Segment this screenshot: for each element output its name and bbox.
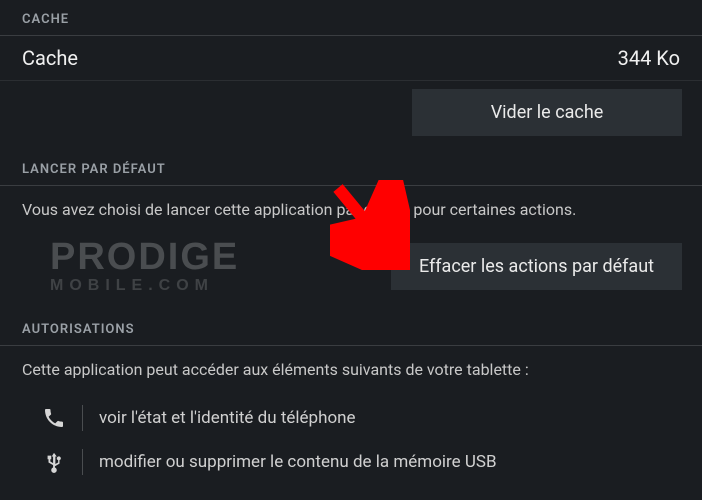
- section-header-launch-default: LANCER PAR DÉFAUT: [0, 150, 702, 186]
- permissions-list: voir l'état et l'identité du téléphone m…: [0, 392, 702, 484]
- section-header-cache: CACHE: [0, 0, 702, 36]
- clear-defaults-row: PRODIGE MOBILE.COM Effacer les actions p…: [0, 232, 702, 310]
- permission-item: voir l'état et l'identité du téléphone: [0, 396, 702, 440]
- permission-item: modifier ou supprimer le contenu de la m…: [0, 440, 702, 484]
- watermark-line1: PRODIGE: [50, 238, 239, 276]
- permission-divider: [82, 405, 83, 431]
- usb-icon: [40, 448, 68, 476]
- permissions-description: Cette application peut accéder aux éléme…: [0, 346, 702, 392]
- watermark-line2: MOBILE.COM: [50, 278, 239, 294]
- phone-icon: [40, 404, 68, 432]
- permission-text: voir l'état et l'identité du téléphone: [99, 408, 356, 428]
- launch-default-description: Vous avez choisi de lancer cette applica…: [0, 186, 702, 232]
- cache-label: Cache: [22, 46, 78, 70]
- clear-defaults-button[interactable]: Effacer les actions par défaut: [391, 243, 682, 290]
- permission-divider: [82, 449, 83, 475]
- clear-cache-button[interactable]: Vider le cache: [412, 89, 682, 136]
- cache-button-row: Vider le cache: [0, 81, 702, 150]
- section-header-permissions: AUTORISATIONS: [0, 310, 702, 346]
- cache-row: Cache 344 Ko: [0, 36, 702, 81]
- permission-text: modifier ou supprimer le contenu de la m…: [99, 452, 497, 472]
- cache-value: 344 Ko: [618, 46, 680, 70]
- watermark: PRODIGE MOBILE.COM: [50, 238, 239, 294]
